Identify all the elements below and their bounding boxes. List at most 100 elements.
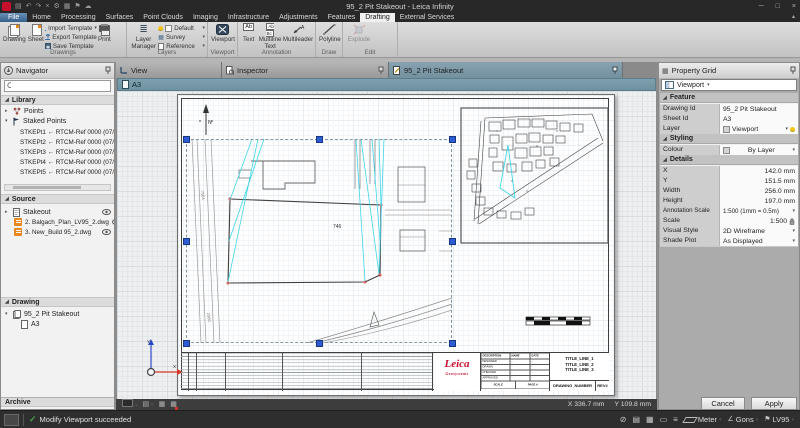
viewport-handle-s[interactable] (316, 340, 323, 347)
tree-item-stake-3[interactable]: STKEPt3 ← RTCM-Ref 0000 (07/10 (1, 147, 114, 157)
viewport-handle-e[interactable] (449, 238, 456, 245)
drawing-button[interactable]: Drawing (2, 23, 27, 45)
search-input[interactable] (13, 82, 108, 91)
app-status-icon[interactable] (4, 414, 19, 426)
tab-view[interactable]: View (116, 62, 222, 78)
viewport-button[interactable]: Viewport (210, 23, 236, 45)
viewport-selection[interactable] (186, 139, 452, 343)
layer-survey-dropdown[interactable]: ▦ Survey▾ (158, 33, 205, 41)
tree-item-dwg-1[interactable]: 2. Balgach_Plan_LV95_2.dwg (1, 217, 114, 227)
import-template-button[interactable]: Import Template▾ (45, 24, 97, 32)
polyline-button[interactable]: Polyline (318, 23, 342, 45)
tree-item-a3[interactable]: A3 (1, 319, 114, 329)
explode-button[interactable]: Explode (345, 23, 373, 45)
tree-item-dwg-2[interactable]: 3. New_Build 95_2.dwg (1, 227, 114, 237)
multileader-button[interactable]: A Multileader (283, 23, 313, 45)
apply-button[interactable]: Apply (751, 397, 797, 410)
pin-icon[interactable] (378, 66, 384, 75)
save-icon[interactable]: ▤ (15, 1, 22, 12)
tab-file[interactable]: File (0, 13, 27, 22)
section-styling[interactable]: ◢Styling (660, 134, 798, 144)
tab-stakeout-drawing[interactable]: 95_2 Pit Stakeout (389, 62, 623, 78)
viewport-handle-nw[interactable] (183, 136, 190, 143)
text-button[interactable]: Ab Text (240, 23, 257, 45)
ribbon-collapse-icon[interactable]: ▴ (792, 13, 795, 22)
layer-bulb-icon[interactable] (790, 127, 795, 132)
snap-grid-toggle[interactable]: ▦ (170, 400, 177, 410)
tab-imaging[interactable]: Imaging (188, 13, 223, 22)
section-drawing[interactable]: ◢Drawing (1, 297, 114, 307)
viewport-handle-ne[interactable] (449, 136, 456, 143)
tree-item-stake-2[interactable]: STKEPt2 ← RTCM-Ref 0000 (07/10 (1, 137, 114, 147)
section-library[interactable]: ◢Library (1, 95, 114, 105)
stakeout-doc-icon (13, 208, 20, 217)
tab-external-services[interactable]: External Services (395, 13, 459, 22)
viewport-handle-sw[interactable] (183, 340, 190, 347)
visibility-eye-icon[interactable] (102, 229, 111, 235)
sheet-button[interactable]: Sheet (27, 23, 45, 45)
print-button[interactable]: Print (97, 23, 112, 45)
undo-icon[interactable]: ↶ (26, 1, 32, 12)
tree-item-stake-1[interactable]: STKEPt1 ← RTCM-Ref 0000 (07/10 (1, 127, 114, 137)
cloud-icon[interactable]: ☁ (85, 1, 92, 12)
tab-adjustments[interactable]: Adjustments (274, 13, 323, 22)
tab-surfaces[interactable]: Surfaces (101, 13, 139, 22)
tab-infrastructure[interactable]: Infrastructure (223, 13, 274, 22)
multiline-text-button[interactable]: AbBc Multiline Text (257, 23, 283, 51)
viewport-handle-w[interactable] (183, 238, 190, 245)
message-icon[interactable]: ▭ (660, 412, 668, 428)
grid-tool-icon[interactable]: ▦ (64, 1, 71, 12)
viewport-handle-se[interactable] (449, 340, 456, 347)
visibility-eye-icon[interactable] (102, 209, 111, 215)
log-icon[interactable]: ≡ (673, 412, 678, 428)
tree-item-staked-points[interactable]: ▾ Staked Points (1, 116, 114, 126)
layer-manager-button[interactable]: ≣ Layer Manager (129, 23, 158, 51)
section-source[interactable]: ◢Source (1, 194, 114, 204)
tree-item-stake-5[interactable]: STKEPt5 ← RTCM-Ref 0000 (07/10 (1, 167, 114, 177)
grid-status-icon[interactable]: ▦ (646, 412, 654, 428)
report-icon[interactable]: ▤ (632, 412, 640, 428)
flag-tool-icon[interactable]: ⚑ (74, 1, 80, 12)
group-label-drawings: Drawings (0, 49, 126, 57)
section-details[interactable]: ◢Details (660, 155, 798, 165)
navigator-search[interactable] (4, 80, 111, 92)
grid-toggle[interactable]: ▦ (159, 400, 166, 410)
pin-icon[interactable] (105, 66, 111, 75)
pin-icon[interactable] (790, 66, 796, 75)
close-button[interactable]: × (792, 0, 796, 13)
section-feature[interactable]: ◢Feature (660, 93, 798, 103)
minimize-button[interactable]: ─ (759, 0, 764, 13)
tree-item-points[interactable]: ▸ Points (1, 106, 114, 116)
background-color-picker[interactable]: ▾ (122, 399, 137, 411)
visibility-eye-icon[interactable] (112, 219, 114, 225)
tab-point-clouds[interactable]: Point Clouds (138, 13, 188, 22)
crs-selector[interactable]: ⚑ LV95▾ (764, 412, 794, 428)
sheet-tab-a3[interactable]: A3 (117, 78, 656, 91)
cancel-button[interactable]: Cancel (701, 397, 745, 410)
settings-icon[interactable]: ⚙ (53, 1, 59, 12)
tree-item-stakeout[interactable]: ▸ Stakeout (1, 207, 114, 217)
delete-icon[interactable]: × (45, 1, 49, 12)
snap-mode-dropdown[interactable]: ▤ ▾ (142, 400, 153, 410)
unit-selector[interactable]: Meter▾ (684, 415, 722, 424)
tab-drafting[interactable]: Drafting (360, 13, 395, 22)
viewport-handle-n[interactable] (316, 136, 323, 143)
maximize-button[interactable]: □ (776, 0, 780, 13)
tab-home[interactable]: Home (27, 13, 56, 22)
tree-item-stake-4[interactable]: STKEPt4 ← RTCM-Ref 0000 (07/10 (1, 157, 114, 167)
library-hscrollbar[interactable] (4, 184, 111, 191)
no-entry-icon[interactable]: ⊘ (620, 412, 627, 428)
export-template-button[interactable]: Export Template (45, 33, 97, 41)
angle-unit-selector[interactable]: ∠ Gons▾ (728, 412, 759, 428)
property-object-selector[interactable]: Viewport ▾ (661, 79, 797, 91)
layer-default-dropdown[interactable]: Default▾ (158, 24, 205, 32)
drawing-canvas[interactable]: 7564 2560 746 (117, 91, 656, 399)
tab-inspector[interactable]: Inspector (222, 62, 389, 78)
tree-item-drawing-root[interactable]: ▾ 95_2 Pit Stakeout (1, 309, 114, 319)
redo-icon[interactable]: ↷ (36, 1, 42, 12)
tab-features[interactable]: Features (323, 13, 361, 22)
pin-icon[interactable] (612, 66, 618, 75)
leica-logo-icon[interactable] (2, 2, 11, 11)
tab-processing[interactable]: Processing (56, 13, 101, 22)
section-archive[interactable]: Archive (1, 397, 114, 407)
